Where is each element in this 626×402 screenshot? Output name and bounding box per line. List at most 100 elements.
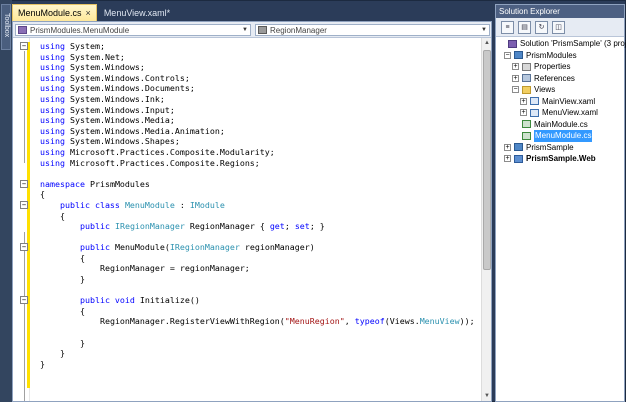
code-lines: − using System; using System.Net; using Sys… bbox=[20, 41, 480, 369]
tree-node-label: PrismSample.Web bbox=[526, 154, 596, 163]
code-text-area[interactable]: − using System; using System.Net; using Sys… bbox=[13, 38, 481, 401]
xaml-file-icon bbox=[530, 108, 539, 117]
code-line: } bbox=[79, 274, 85, 285]
chevron-down-icon[interactable]: ▼ bbox=[240, 27, 250, 33]
vertical-scrollbar[interactable]: ▲ ▼ bbox=[481, 38, 491, 401]
tree-node[interactable]: − Views bbox=[496, 84, 626, 96]
toolbox-tab[interactable]: Toolbox bbox=[1, 4, 11, 50]
view-code-icon[interactable]: ◫ bbox=[552, 20, 565, 34]
using-line: using Microsoft.Practices.Composite.Regi… bbox=[40, 157, 260, 168]
using-line: using System.Windows.Documents; bbox=[40, 83, 195, 94]
member-dropdown[interactable]: RegionManager ▼ bbox=[255, 24, 490, 36]
collapse-icon[interactable]: − bbox=[20, 296, 28, 305]
expand-icon[interactable]: + bbox=[504, 155, 511, 163]
scrollbar-thumb[interactable] bbox=[483, 50, 491, 270]
xaml-file-icon bbox=[530, 97, 539, 106]
expand-icon[interactable]: + bbox=[504, 143, 511, 151]
cs-file-icon bbox=[522, 120, 531, 129]
expand-icon[interactable]: + bbox=[512, 63, 519, 71]
using-line: using System.Windows.Controls; bbox=[40, 72, 190, 83]
chevron-down-icon[interactable]: ▼ bbox=[479, 27, 489, 33]
using-line: using System.Net; bbox=[40, 51, 125, 62]
tab-label: MenuModule.cs bbox=[18, 8, 82, 18]
using-line: − using System; bbox=[20, 41, 105, 51]
tree-node-label: MenuModule.cs bbox=[534, 130, 593, 142]
tree-node-label: MainView.xaml bbox=[542, 96, 596, 106]
tree-node-label: Properties bbox=[534, 62, 571, 71]
refresh-icon[interactable]: ↻ bbox=[535, 20, 548, 34]
scroll-up-icon[interactable]: ▲ bbox=[482, 38, 492, 48]
collapse-icon[interactable]: − bbox=[504, 51, 511, 59]
collapse-icon[interactable]: − bbox=[20, 200, 28, 209]
using-line: using System.Windows; bbox=[40, 62, 145, 73]
solution-explorer-toolbar: ≡ ▤ ↻ ◫ bbox=[496, 18, 624, 37]
toolbox-label: Toolbox bbox=[3, 13, 10, 38]
using-line: using System.Windows.Ink; bbox=[40, 93, 165, 104]
tree-node[interactable]: + PrismSample.Web bbox=[496, 153, 626, 165]
properties-icon[interactable]: ≡ bbox=[501, 20, 514, 34]
code-line: RegionManager = regionManager; bbox=[99, 263, 250, 274]
code-line: public IRegionManager RegionManager { ge… bbox=[79, 221, 325, 232]
code-line: } bbox=[59, 348, 65, 359]
class-icon bbox=[18, 26, 27, 34]
tree-node-label: PrismModules bbox=[526, 50, 577, 60]
tab-label: MenuView.xaml* bbox=[103, 8, 171, 18]
properties-icon bbox=[522, 62, 531, 71]
toolbox-strip: Toolbox bbox=[0, 0, 12, 402]
solution-icon bbox=[508, 39, 517, 48]
property-icon bbox=[258, 26, 267, 34]
scroll-down-icon[interactable]: ▼ bbox=[482, 391, 492, 401]
expand-icon[interactable]: + bbox=[512, 74, 519, 82]
tree-node[interactable]: MainModule.cs bbox=[496, 119, 626, 131]
tree-node[interactable]: MenuModule.cs bbox=[496, 130, 626, 142]
code-line: RegionManager.RegisterViewWithRegion("Me… bbox=[99, 316, 475, 327]
code-line: − public class MenuModule : IModule bbox=[20, 199, 225, 210]
show-all-files-icon[interactable]: ▤ bbox=[518, 20, 531, 34]
project-icon bbox=[514, 51, 523, 60]
tree-node[interactable]: + MainView.xaml bbox=[496, 96, 626, 108]
tree-node-label: Views bbox=[534, 85, 556, 94]
tab-menumodule-cs[interactable]: MenuModule.cs × bbox=[12, 4, 97, 21]
collapse-icon[interactable]: − bbox=[512, 86, 519, 94]
project-icon bbox=[514, 143, 523, 152]
using-line: using System.Windows.Shapes; bbox=[40, 136, 180, 147]
code-line: − public void Initialize() bbox=[20, 295, 200, 306]
solution-explorer-title: Solution Explorer bbox=[496, 5, 624, 18]
folder-icon bbox=[522, 85, 531, 94]
tab-menuview-xaml[interactable]: MenuView.xaml* bbox=[99, 5, 175, 21]
code-line: { bbox=[79, 305, 85, 316]
tree-node[interactable]: + MenuView.xaml bbox=[496, 107, 626, 119]
tree-node[interactable]: + PrismSample bbox=[496, 142, 626, 154]
code-line: − namespace PrismModules bbox=[20, 178, 150, 189]
solution-explorer: Solution Explorer ≡ ▤ ↻ ◫ Solution 'Pris… bbox=[495, 4, 626, 402]
type-dropdown[interactable]: PrismModules.MenuModule ▼ bbox=[15, 24, 251, 36]
collapse-icon[interactable]: − bbox=[20, 42, 28, 50]
outline-guide bbox=[24, 51, 25, 163]
solution-tree: Solution 'PrismSample' (3 projects) − Pris… bbox=[496, 38, 626, 165]
tree-node-label: Solution 'PrismSample' (3 projects) bbox=[520, 39, 626, 48]
tree-node-label: MainModule.cs bbox=[534, 119, 588, 129]
code-line: } bbox=[40, 358, 45, 369]
expand-icon[interactable]: + bbox=[520, 97, 527, 105]
using-line: using Microsoft.Practices.Composite.Modu… bbox=[40, 146, 275, 157]
cs-file-icon bbox=[522, 131, 531, 140]
document-tabs: MenuModule.cs × MenuView.xaml* bbox=[12, 4, 177, 21]
web-project-icon bbox=[514, 154, 523, 163]
tree-node[interactable]: Solution 'PrismSample' (3 projects) bbox=[496, 38, 626, 50]
tree-node[interactable]: + References bbox=[496, 73, 626, 85]
member-dropdown-value: RegionManager bbox=[270, 25, 327, 35]
tree-node[interactable]: + Properties bbox=[496, 61, 626, 73]
close-icon[interactable]: × bbox=[86, 8, 91, 18]
using-line: using System.Windows.Input; bbox=[40, 104, 175, 115]
tree-node-label: MenuView.xaml bbox=[542, 108, 598, 117]
outline-guide bbox=[24, 232, 25, 401]
expand-icon[interactable]: + bbox=[520, 109, 527, 117]
collapse-icon[interactable]: − bbox=[20, 179, 28, 188]
tree-node[interactable]: − PrismModules bbox=[496, 50, 626, 62]
code-line: { bbox=[79, 252, 85, 263]
references-icon bbox=[522, 74, 531, 83]
collapse-icon[interactable]: − bbox=[20, 243, 28, 252]
